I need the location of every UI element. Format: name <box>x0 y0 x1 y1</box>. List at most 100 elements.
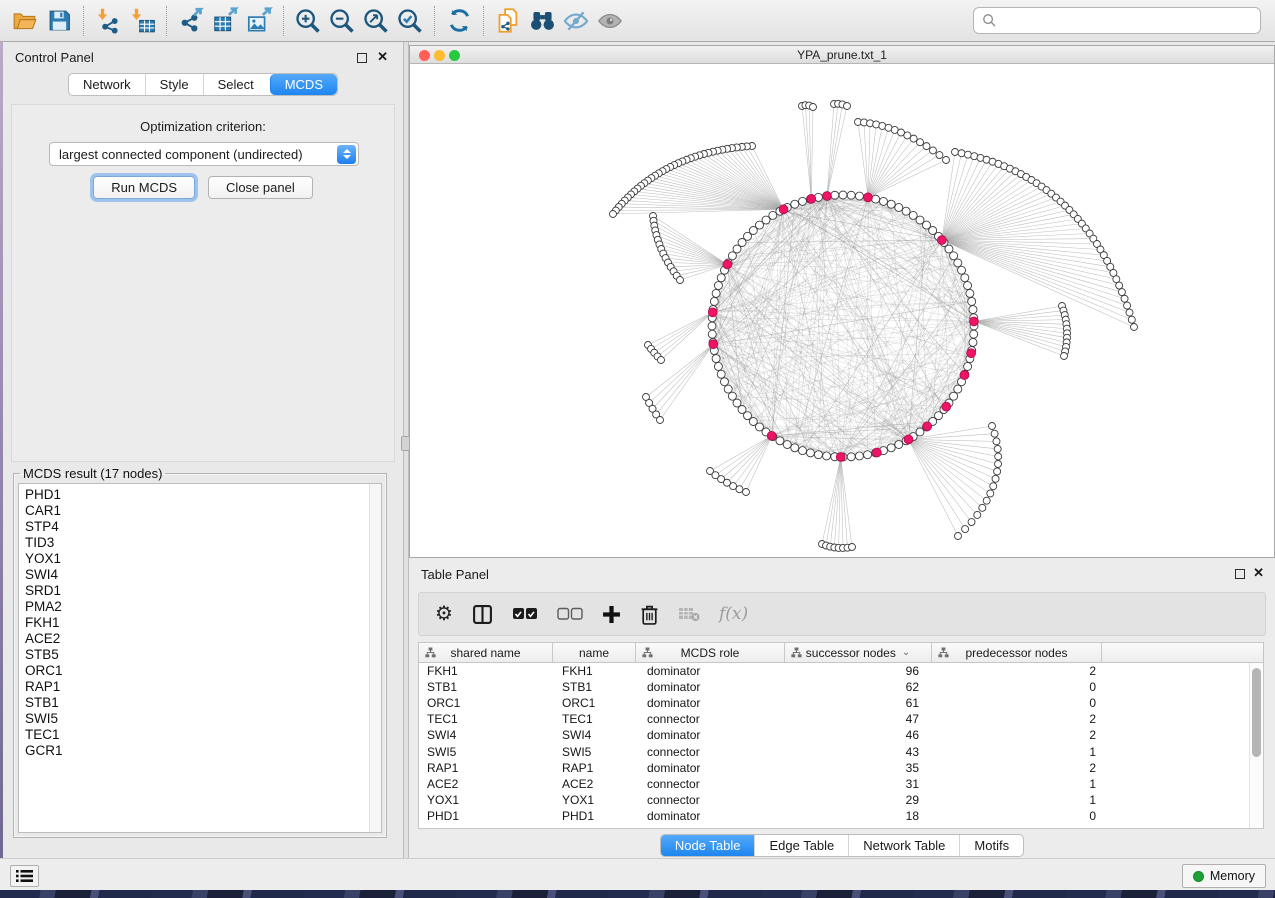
mcds-result-item[interactable]: STB5 <box>25 647 381 663</box>
select-all-button[interactable] <box>512 601 538 627</box>
mcds-result-item[interactable]: GCR1 <box>25 743 381 759</box>
tab-motifs[interactable]: Motifs <box>959 835 1023 856</box>
column-header-predecessor-nodes[interactable]: predecessor nodes <box>932 643 1102 662</box>
mcds-result-item[interactable]: FKH1 <box>25 615 381 631</box>
column-header-shared-name[interactable]: shared name <box>419 643 553 662</box>
open-folder-icon <box>12 8 38 34</box>
import-table-icon <box>129 7 156 34</box>
table-row[interactable]: SWI5SWI5connector431 <box>419 743 1249 759</box>
tab-segment: NetworkStyleSelectMCDS <box>68 73 338 96</box>
search-input[interactable] <box>997 13 1252 28</box>
column-type-icon <box>791 647 802 658</box>
mcds-result-item[interactable]: SWI4 <box>25 567 381 583</box>
zoom-selected-button[interactable] <box>393 4 427 38</box>
table-cell: 29 <box>785 793 932 807</box>
tab-network[interactable]: Network <box>69 74 145 95</box>
export-image-button[interactable] <box>242 4 276 38</box>
network-window-titlebar[interactable]: YPA_prune.txt_1 <box>410 46 1274 64</box>
import-table-button[interactable] <box>125 4 159 38</box>
zoom-out-icon <box>328 7 356 35</box>
column-header-label: predecessor nodes <box>965 646 1067 660</box>
tab-mcds[interactable]: MCDS <box>270 74 337 95</box>
mcds-result-item[interactable]: ORC1 <box>25 663 381 679</box>
table-row[interactable]: SWI4SWI4dominator462 <box>419 727 1249 743</box>
clone-network-button[interactable] <box>491 4 525 38</box>
mcds-result-item[interactable]: RAP1 <box>25 679 381 695</box>
import-network-button[interactable] <box>91 4 125 38</box>
table-scrollbar[interactable] <box>1249 663 1263 828</box>
tab-node-table[interactable]: Node Table <box>661 835 755 856</box>
mcds-result-item[interactable]: CAR1 <box>25 503 381 519</box>
mcds-result-item[interactable]: YOX1 <box>25 551 381 567</box>
deselect-all-button[interactable] <box>557 601 583 627</box>
close-panel-icon[interactable]: ✕ <box>377 49 388 65</box>
table-cell: FKH1 <box>419 664 553 678</box>
table-row[interactable]: TEC1TEC1connector472 <box>419 711 1249 727</box>
network-canvas[interactable] <box>410 64 1274 557</box>
apply-layout-button[interactable] <box>442 4 476 38</box>
table-scrollbar-thumb[interactable] <box>1252 668 1261 757</box>
close-table-panel-icon[interactable]: ✕ <box>1253 565 1264 581</box>
zoom-fit-icon <box>362 7 390 35</box>
table-row[interactable]: ACE2ACE2connector311 <box>419 776 1249 792</box>
table-row[interactable]: FKH1FKH1dominator962 <box>419 663 1249 679</box>
zoom-in-button[interactable] <box>291 4 325 38</box>
table-row[interactable]: PHD1PHD1dominator180 <box>419 808 1249 824</box>
table-row[interactable]: STB1STB1dominator620 <box>419 679 1249 695</box>
mcds-result-item[interactable]: STP4 <box>25 519 381 535</box>
open-session-button[interactable] <box>8 4 42 38</box>
mcds-result-item[interactable]: PHD1 <box>25 487 381 503</box>
column-header-successor-nodes[interactable]: successor nodes⌄ <box>785 643 932 662</box>
save-session-button[interactable] <box>42 4 76 38</box>
tab-edge-table[interactable]: Edge Table <box>754 835 848 856</box>
mcds-result-item[interactable]: PMA2 <box>25 599 381 615</box>
mcds-result-item[interactable]: SRD1 <box>25 583 381 599</box>
table-cell: SWI4 <box>419 728 553 742</box>
optimization-criterion-select[interactable]: largest connected component (undirected) <box>49 142 359 166</box>
find-button[interactable] <box>525 4 559 38</box>
column-header-name[interactable]: name <box>553 643 636 662</box>
mcds-result-item[interactable]: ACE2 <box>25 631 381 647</box>
deselect-all-icon <box>557 607 583 621</box>
select-all-icon <box>512 607 538 621</box>
table-toolbar: ⚙ f(x) <box>418 592 1266 636</box>
export-network-button[interactable] <box>174 4 208 38</box>
mcds-result-list[interactable]: PHD1CAR1STP4TID3YOX1SWI4SRD1PMA2FKH1ACE2… <box>18 483 382 833</box>
search-box[interactable] <box>973 7 1261 34</box>
mcds-result-item[interactable]: TEC1 <box>25 727 381 743</box>
mcds-result-item[interactable]: SWI5 <box>25 711 381 727</box>
show-all-button[interactable] <box>593 4 627 38</box>
table-row[interactable]: RAP1RAP1dominator352 <box>419 760 1249 776</box>
show-columns-button[interactable] <box>472 601 493 627</box>
zoom-out-button[interactable] <box>325 4 359 38</box>
table-row[interactable]: YOX1YOX1connector291 <box>419 792 1249 808</box>
memory-button[interactable]: Memory <box>1182 864 1266 888</box>
task-history-button[interactable] <box>10 865 39 887</box>
mcds-result-item[interactable]: STB1 <box>25 695 381 711</box>
fx-icon: f(x) <box>719 604 748 624</box>
tab-select[interactable]: Select <box>203 74 268 95</box>
float-panel-icon[interactable] <box>357 53 367 63</box>
network-view-window: YPA_prune.txt_1 <box>409 45 1275 558</box>
close-panel-button[interactable]: Close panel <box>208 176 313 199</box>
tab-network-table[interactable]: Network Table <box>848 835 959 856</box>
float-table-panel-icon[interactable] <box>1235 569 1245 579</box>
tab-style[interactable]: Style <box>145 74 203 95</box>
desktop-wallpaper-bottom <box>0 890 1275 898</box>
hide-selected-button[interactable] <box>559 4 593 38</box>
toolbar-separator <box>434 6 435 36</box>
column-header-label: successor nodes <box>806 646 896 660</box>
run-mcds-button[interactable]: Run MCDS <box>93 176 195 199</box>
zoom-fit-button[interactable] <box>359 4 393 38</box>
mcds-list-scrollbar[interactable] <box>369 484 381 832</box>
column-header-mcds-role[interactable]: MCDS role <box>636 643 785 662</box>
node-table-body: FKH1FKH1dominator962STB1STB1dominator620… <box>419 663 1249 828</box>
export-table-button[interactable] <box>208 4 242 38</box>
mcds-result-item[interactable]: TID3 <box>25 535 381 551</box>
table-row[interactable]: ORC1ORC1dominator610 <box>419 695 1249 711</box>
list-icon <box>16 869 33 883</box>
add-column-button[interactable] <box>602 601 621 627</box>
delete-column-button[interactable] <box>640 601 659 627</box>
search-icon <box>982 13 997 28</box>
table-settings-button[interactable]: ⚙ <box>435 601 453 627</box>
